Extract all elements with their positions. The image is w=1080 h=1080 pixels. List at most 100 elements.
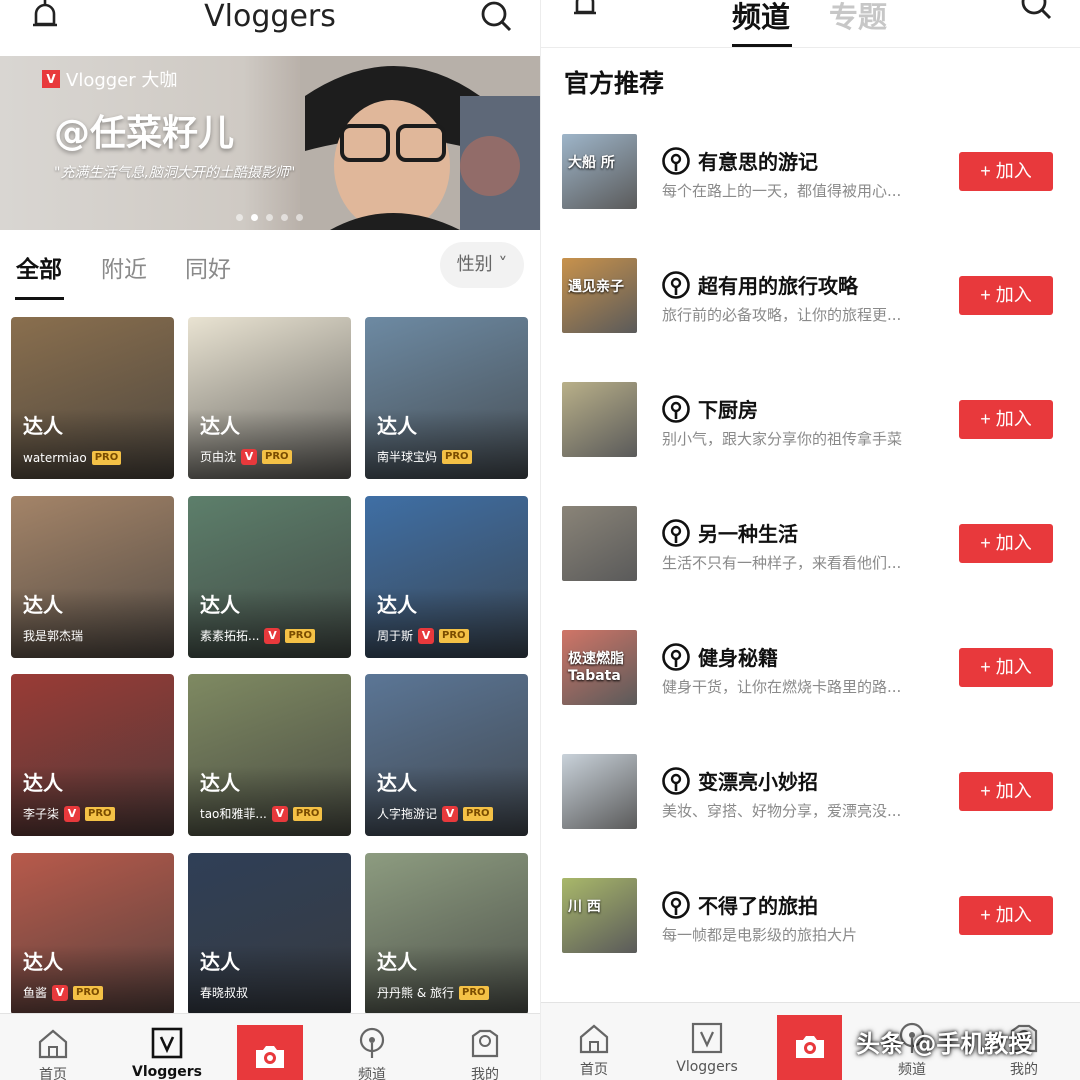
tab-all[interactable]: 全部 xyxy=(16,250,62,284)
card-name-row: 李子柒 V PRO xyxy=(23,805,115,822)
channel-row[interactable]: 变漂亮小妙招 美妆、穿搭、好物分享，爱漂亮没... + 加入 xyxy=(541,744,1080,868)
camera-icon xyxy=(256,1046,284,1068)
channel-row[interactable]: 极速燃脂 Tabata 健身秘籍 健身干货，让你在燃烧卡路里的路... + 加入 xyxy=(541,620,1080,744)
pro-badge: PRO xyxy=(85,806,115,821)
vlogger-card[interactable]: 达人 页由沈 V PRO xyxy=(188,317,351,479)
nav-channel[interactable]: 频道 xyxy=(327,1026,417,1080)
channel-row[interactable]: 大船 所 有意思的游记 每个在路上的一天，都值得被用心... + 加入 xyxy=(541,124,1080,248)
pro-badge: PRO xyxy=(463,806,493,821)
bell-icon[interactable] xyxy=(569,0,601,24)
carousel-dot[interactable] xyxy=(236,214,243,221)
banner-slogan: "充满生活气息,脑洞大开的土酷摄影师" xyxy=(54,165,296,181)
source-watermark: 头条 @手机教授 xyxy=(856,1030,1033,1058)
featured-banner[interactable]: V Vlogger 大咖 @任菜籽儿 "充满生活气息,脑洞大开的土酷摄影师" xyxy=(0,56,540,230)
thumbnail-text: 大船 所 xyxy=(568,155,615,171)
vlogger-name: tao和雅菲... xyxy=(200,807,267,821)
banner-brand-label: Vlogger 大咖 xyxy=(66,70,178,91)
verified-badge: V xyxy=(241,448,258,465)
gender-filter-button[interactable]: 性别 ˅ xyxy=(440,242,524,288)
search-icon[interactable] xyxy=(478,0,514,34)
tab-channels[interactable]: 频道 xyxy=(732,0,790,36)
join-channel-button[interactable]: + 加入 xyxy=(959,648,1053,687)
active-tab-indicator xyxy=(732,44,792,47)
banner-name: @任菜籽儿 xyxy=(54,113,235,154)
home-icon xyxy=(579,1024,609,1054)
nav-profile[interactable]: 我的 xyxy=(440,1026,530,1080)
join-channel-button[interactable]: + 加入 xyxy=(959,524,1053,563)
carousel-dot[interactable] xyxy=(281,214,288,221)
card-name-row: 鱼酱 V PRO xyxy=(23,984,103,1001)
vlogger-card[interactable]: 达人 tao和雅菲... V PRO xyxy=(188,674,351,836)
channel-icon xyxy=(359,1027,385,1058)
record-button[interactable] xyxy=(777,1015,842,1080)
thumbnail-text: 遇见亲子 xyxy=(568,279,624,295)
channel-icon xyxy=(662,891,690,919)
channel-row[interactable]: 下厨房 别小气，跟大家分享你的祖传拿手菜 + 加入 xyxy=(541,372,1080,496)
verified-badge: V xyxy=(271,805,288,822)
vlogger-card[interactable]: 达人 人字拖游记 V PRO xyxy=(365,674,528,836)
vlogger-name: 春晓叔叔 xyxy=(200,986,249,1000)
card-name-row: 丹丹熊 & 旅行 PRO xyxy=(377,984,489,1001)
vlogger-badge: V xyxy=(42,70,60,88)
pro-badge: PRO xyxy=(439,628,469,643)
nav-home[interactable]: 首页 xyxy=(8,1026,98,1080)
card-tag: 达人 xyxy=(200,593,240,617)
channel-description: 每个在路上的一天，都值得被用心... xyxy=(662,182,902,200)
vlogger-name: 周于斯 xyxy=(377,629,414,643)
vlogger-card[interactable]: 达人 南半球宝妈 PRO xyxy=(365,317,528,479)
home-icon xyxy=(38,1029,68,1059)
record-button[interactable] xyxy=(237,1025,303,1080)
card-name-row: 春晓叔叔 xyxy=(200,984,248,1001)
vloggers-screen: Vloggers V Vlogger 大咖 @任菜籽儿 "充满生活气息,脑洞大开… xyxy=(0,0,540,1080)
tab-same-interest[interactable]: 同好 xyxy=(185,250,231,284)
carousel-dots[interactable] xyxy=(236,214,303,221)
nav-vloggers[interactable]: Vloggers xyxy=(122,1026,212,1080)
channel-row[interactable]: 另一种生活 生活不只有一种样子，来看看他们... + 加入 xyxy=(541,496,1080,620)
vlogger-card[interactable]: 达人丹丹熊 & 旅行 PRO xyxy=(365,853,528,1015)
channel-icon xyxy=(662,147,690,175)
channel-description: 每一帧都是电影级的旅拍大片 xyxy=(662,926,858,944)
nav-vloggers[interactable]: Vloggers xyxy=(662,1021,752,1075)
search-icon[interactable] xyxy=(1018,0,1054,22)
vlogger-name: 人字拖游记 xyxy=(377,807,438,821)
card-tag: 达人 xyxy=(377,950,417,974)
pro-badge: PRO xyxy=(459,985,489,1000)
join-channel-button[interactable]: + 加入 xyxy=(959,772,1053,811)
vlogger-card[interactable]: 达人 周于斯 V PRO xyxy=(365,496,528,658)
vlogger-card[interactable]: 达人 春晓叔叔 xyxy=(188,853,351,1015)
thumbnail-text: 极速燃脂 Tabata xyxy=(568,651,624,684)
channel-description: 生活不只有一种样子，来看看他们... xyxy=(662,554,902,572)
vlogger-card[interactable]: 达人素素拓拓... V PRO xyxy=(188,496,351,658)
card-name-row: tao和雅菲... V PRO xyxy=(200,805,323,822)
verified-badge: V xyxy=(442,805,459,822)
card-tag: 达人 xyxy=(200,771,240,795)
vlogger-card[interactable]: 达人 李子柒 V PRO xyxy=(11,674,174,836)
nav-home-label: 首页 xyxy=(39,1067,67,1080)
carousel-dot[interactable] xyxy=(266,214,273,221)
card-tag: 达人 xyxy=(200,414,240,438)
join-channel-button[interactable]: + 加入 xyxy=(959,152,1053,191)
nav-home[interactable]: 首页 xyxy=(549,1021,639,1079)
channel-row[interactable]: 遇见亲子 超有用的旅行攻略 旅行前的必备攻略，让你的旅程更... + 加入 xyxy=(541,248,1080,372)
vlogger-card[interactable]: 达人 鱼酱 V PRO xyxy=(11,853,174,1015)
join-channel-button[interactable]: + 加入 xyxy=(959,400,1053,439)
carousel-dot[interactable] xyxy=(296,214,303,221)
join-channel-button[interactable]: + 加入 xyxy=(959,276,1053,315)
vlogger-card[interactable]: 达人 我是郭杰瑞 xyxy=(11,496,174,658)
join-channel-button[interactable]: + 加入 xyxy=(959,896,1053,935)
nav-vloggers-label: Vloggers xyxy=(131,1064,203,1080)
tab-nearby[interactable]: 附近 xyxy=(101,250,147,284)
channel-thumbnail: 遇见亲子 xyxy=(562,258,637,333)
vlogger-card[interactable]: 达人 watermiao PRO xyxy=(11,317,174,479)
tab-topics[interactable]: 专题 xyxy=(829,0,887,36)
channel-thumbnail xyxy=(562,754,637,829)
channel-title: 变漂亮小妙招 xyxy=(698,770,818,794)
card-tag: 达人 xyxy=(200,950,240,974)
carousel-dot[interactable] xyxy=(251,214,258,221)
card-name-row: 素素拓拓... V PRO xyxy=(200,627,315,644)
card-tag: 达人 xyxy=(23,414,63,438)
channel-icon xyxy=(662,395,690,423)
channel-row[interactable]: 川 西 不得了的旅拍 每一帧都是电影级的旅拍大片 + 加入 xyxy=(541,868,1080,992)
channel-icon xyxy=(662,643,690,671)
channel-description: 健身干货，让你在燃烧卡路里的路... xyxy=(662,678,902,696)
